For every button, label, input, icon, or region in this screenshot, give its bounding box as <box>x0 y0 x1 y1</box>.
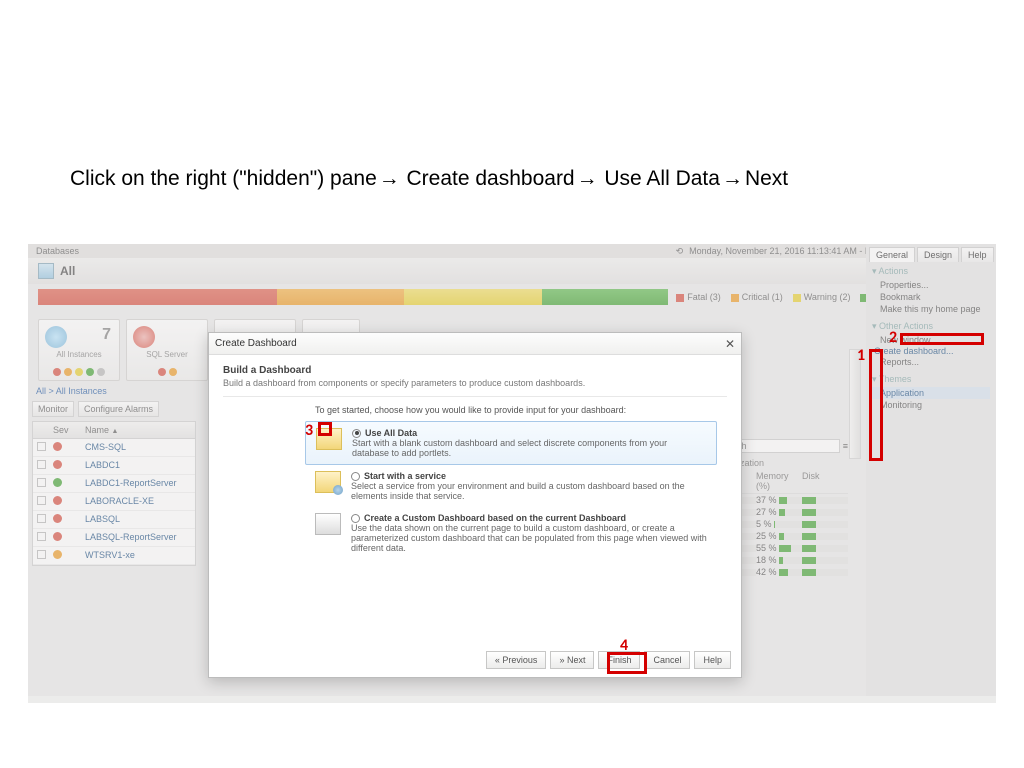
status-legend: Fatal (3)Critical (1)Warning (2)Normal (… <box>28 284 996 313</box>
side-panel: General Design Help ▾ Actions Properties… <box>866 244 996 696</box>
header-row: All <box>28 258 996 284</box>
tile-sql-server[interactable]: SQL Server <box>126 319 208 381</box>
left-pane: All > All Instances Monitor Configure Al… <box>28 383 200 703</box>
table-row[interactable]: LABDC1 <box>33 457 195 475</box>
dashboard-icon <box>315 513 341 535</box>
app-window: Databases ⟲ Monday, November 21, 2016 11… <box>28 244 996 696</box>
legend-item[interactable]: Fatal (3) <box>676 292 721 302</box>
breadcrumb[interactable]: All > All Instances <box>32 383 196 399</box>
callout-2: 2 <box>889 328 897 347</box>
col-sev[interactable]: Sev <box>49 422 81 438</box>
radio-icon <box>351 514 360 523</box>
page-title: All <box>60 264 75 278</box>
folder-icon <box>316 428 342 450</box>
instruction-text: Click on the right ("hidden") pane→ Crea… <box>70 165 788 191</box>
table-row[interactable]: CMS-SQL <box>33 439 195 457</box>
dialog-subtitle: Build a dashboard from components or spe… <box>223 378 727 388</box>
option-use-all-data[interactable]: Use All Data Start with a blank custom d… <box>305 421 717 465</box>
table-row[interactable]: LABORACLE-XE <box>33 493 195 511</box>
table-row[interactable]: WTSRV1-xe <box>33 547 195 565</box>
table-row[interactable]: LABSQL-ReportServer <box>33 529 195 547</box>
configure-alarms-button[interactable]: Configure Alarms <box>78 401 159 417</box>
tab-design[interactable]: Design <box>917 247 959 262</box>
create-dashboard-dialog: Create Dashboard ✕ Build a Dashboard Bui… <box>208 332 742 678</box>
sqlserver-icon <box>133 326 155 348</box>
hidden-pane-handle[interactable] <box>849 349 861 459</box>
instances-icon <box>45 326 67 348</box>
cancel-button[interactable]: Cancel <box>644 651 690 669</box>
previous-button[interactable]: « Previous <box>486 651 547 669</box>
theme-monitoring[interactable]: Monitoring <box>872 399 990 411</box>
dialog-title: Create Dashboard <box>215 338 297 349</box>
callout-1: 1 <box>857 346 865 365</box>
tab-help[interactable]: Help <box>961 247 994 262</box>
help-button[interactable]: Help <box>694 651 731 669</box>
close-icon[interactable]: ✕ <box>725 337 735 351</box>
topbar-title: Databases <box>36 246 79 256</box>
action-homepage[interactable]: Make this my home page <box>872 303 990 315</box>
tab-general[interactable]: General <box>869 247 915 262</box>
radio-icon <box>351 472 360 481</box>
table-row[interactable]: LABSQL <box>33 511 195 529</box>
tile-all-instances[interactable]: 7 All Instances <box>38 319 120 381</box>
legend-item[interactable]: Critical (1) <box>731 292 783 302</box>
callout-3: 3 <box>305 421 313 440</box>
status-bar <box>38 289 668 305</box>
action-properties[interactable]: Properties... <box>872 279 990 291</box>
monitor-button[interactable]: Monitor <box>32 401 74 417</box>
radio-icon <box>352 429 361 438</box>
action-reports[interactable]: Reports... <box>872 356 990 368</box>
folder-gear-icon <box>315 471 341 493</box>
database-icon <box>38 263 54 279</box>
option-current-dashboard[interactable]: Create a Custom Dashboard based on the c… <box>223 507 727 559</box>
theme-application[interactable]: Application <box>872 387 990 399</box>
col-name[interactable]: Name ▲ <box>81 422 195 438</box>
instances-table: Sev Name ▲ CMS-SQLLABDC1LABDC1-ReportSer… <box>32 421 196 566</box>
action-create-dashboard[interactable]: Create dashboard... <box>872 346 956 356</box>
table-row[interactable]: LABDC1-ReportServer <box>33 475 195 493</box>
topbar: Databases ⟲ Monday, November 21, 2016 11… <box>28 244 996 258</box>
legend-item[interactable]: Warning (2) <box>793 292 851 302</box>
dialog-heading: Build a Dashboard <box>223 365 727 376</box>
next-button[interactable]: » Next <box>550 651 594 669</box>
callout-4: 4 <box>620 636 628 655</box>
action-bookmark[interactable]: Bookmark <box>872 291 990 303</box>
dialog-lead: To get started, choose how you would lik… <box>223 405 727 415</box>
option-start-service[interactable]: Start with a service Select a service fr… <box>223 465 727 507</box>
